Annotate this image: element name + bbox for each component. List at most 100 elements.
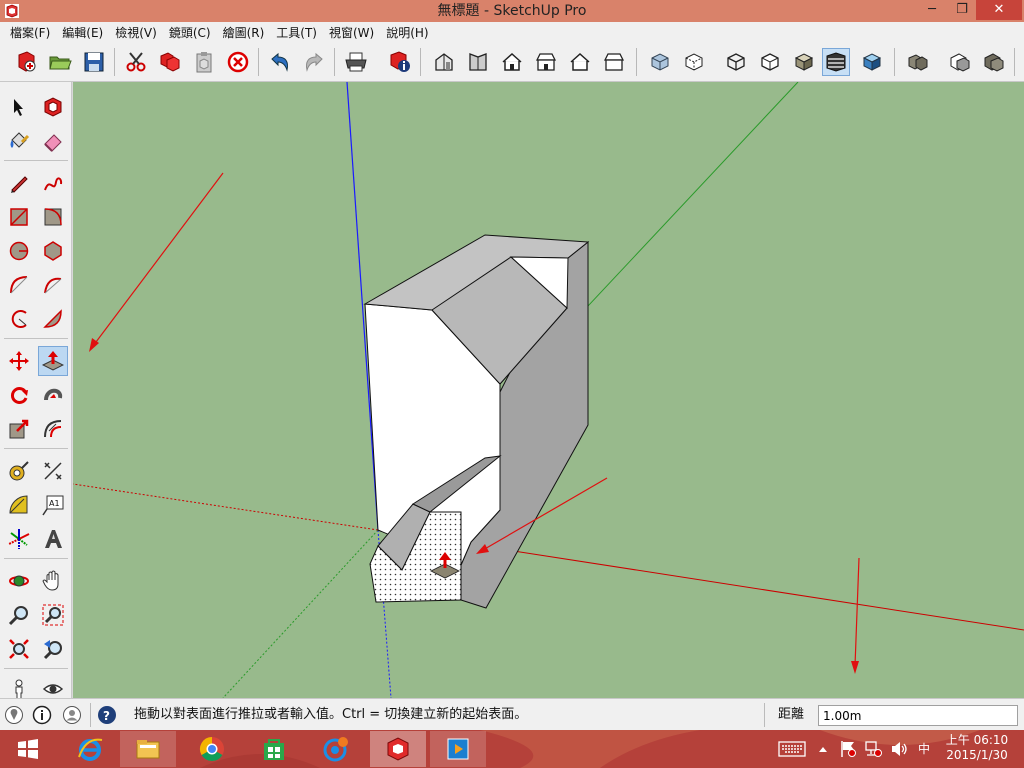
- top-view-icon[interactable]: [464, 48, 492, 76]
- menu-window[interactable]: 視窗(W): [323, 24, 380, 41]
- menu-tools[interactable]: 工具(T): [270, 24, 323, 41]
- restore-button[interactable]: ❐: [948, 0, 976, 20]
- select-tool-icon[interactable]: [4, 92, 34, 122]
- menu-draw[interactable]: 繪圖(R): [217, 24, 271, 41]
- file-explorer-icon[interactable]: [120, 731, 176, 767]
- erase-icon[interactable]: [224, 48, 252, 76]
- chrome-icon[interactable]: [184, 731, 240, 767]
- menu-file[interactable]: 檔案(F): [4, 24, 56, 41]
- cut-icon[interactable]: [122, 48, 150, 76]
- save-icon[interactable]: [80, 48, 108, 76]
- 3d-text-icon[interactable]: [38, 524, 68, 554]
- screen-capture-icon[interactable]: [308, 731, 364, 767]
- dimension-tool-icon[interactable]: [38, 456, 68, 486]
- taskbar-clock[interactable]: 上午 06:10 2015/1/30: [942, 733, 1012, 763]
- model-viewport[interactable]: [73, 82, 1024, 698]
- credits-info-icon[interactable]: [32, 705, 52, 725]
- pie-tool-icon[interactable]: [38, 304, 68, 334]
- xray-icon[interactable]: [646, 48, 674, 76]
- components-icon[interactable]: [904, 48, 932, 76]
- open-folder-icon[interactable]: [46, 48, 74, 76]
- zoom-window-icon[interactable]: [38, 600, 68, 630]
- tape-measure-icon[interactable]: [4, 456, 34, 486]
- tray-expand-icon[interactable]: [818, 744, 828, 754]
- orbit-tool-icon[interactable]: [4, 566, 34, 596]
- close-button[interactable]: ✕: [976, 0, 1022, 20]
- network-icon[interactable]: [864, 740, 882, 758]
- menu-edit[interactable]: 編輯(E): [56, 24, 109, 41]
- zoom-extents-icon[interactable]: [4, 634, 34, 664]
- copy-icon[interactable]: [156, 48, 184, 76]
- iso-view-icon[interactable]: [430, 48, 458, 76]
- start-button[interactable]: [0, 731, 56, 767]
- offset-tool-icon[interactable]: [38, 414, 68, 444]
- eraser-icon[interactable]: [38, 126, 68, 156]
- menu-view[interactable]: 檢視(V): [109, 24, 163, 41]
- green-axis-negative: [222, 529, 379, 698]
- annotation-arrow-down: [851, 557, 860, 674]
- store-icon[interactable]: [246, 731, 302, 767]
- redo-icon[interactable]: [300, 48, 328, 76]
- new-model-icon[interactable]: [12, 48, 40, 76]
- circle-tool-icon[interactable]: [4, 236, 34, 266]
- shaded-textures-icon[interactable]: [822, 48, 850, 76]
- menu-help[interactable]: 說明(H): [380, 24, 434, 41]
- action-center-flag-icon[interactable]: [840, 740, 856, 758]
- left-view-icon[interactable]: [600, 48, 628, 76]
- zoom-tool-icon[interactable]: [4, 600, 34, 630]
- protractor-icon[interactable]: [4, 490, 34, 520]
- internet-explorer-icon[interactable]: [62, 731, 118, 767]
- front-view-icon[interactable]: [498, 48, 526, 76]
- hidden-line-icon[interactable]: [756, 48, 784, 76]
- follow-me-tool-icon[interactable]: [38, 380, 68, 410]
- axes-tool-icon[interactable]: [4, 524, 34, 554]
- clock-date: 2015/1/30: [946, 748, 1008, 762]
- window-title: 無標題 - SketchUp Pro: [437, 3, 587, 19]
- paste-icon[interactable]: [190, 48, 218, 76]
- back-edges-icon[interactable]: [680, 48, 708, 76]
- shaded-icon[interactable]: [790, 48, 818, 76]
- make-component-icon[interactable]: [38, 92, 68, 122]
- red-axis-negative: [73, 483, 379, 531]
- geo-location-icon[interactable]: [4, 705, 24, 725]
- rotated-rectangle-icon[interactable]: [38, 202, 68, 232]
- wireframe-icon[interactable]: [722, 48, 750, 76]
- model-info-icon[interactable]: [386, 48, 414, 76]
- push-pull-tool-icon[interactable]: [38, 346, 68, 376]
- freehand-tool-icon[interactable]: [38, 168, 68, 198]
- monochrome-icon[interactable]: [858, 48, 886, 76]
- measurement-label: 距離: [778, 707, 805, 722]
- keyboard-icon[interactable]: [778, 741, 806, 757]
- ime-indicator[interactable]: 中: [918, 730, 930, 768]
- rectangle-tool-icon[interactable]: [4, 202, 34, 232]
- user-account-icon[interactable]: [62, 705, 82, 725]
- print-icon[interactable]: [342, 48, 370, 76]
- polygon-tool-icon[interactable]: [38, 236, 68, 266]
- move-tool-icon[interactable]: [4, 346, 34, 376]
- sketchup-icon[interactable]: [370, 731, 426, 767]
- menu-camera[interactable]: 鏡頭(C): [163, 24, 217, 41]
- minimize-button[interactable]: ─: [918, 0, 946, 20]
- measurement-input[interactable]: [818, 705, 1018, 726]
- help-icon[interactable]: ?: [97, 705, 117, 725]
- section-cut-icon[interactable]: [980, 48, 1008, 76]
- scale-tool-icon[interactable]: [4, 414, 34, 444]
- volume-icon[interactable]: [890, 741, 908, 757]
- previous-view-icon[interactable]: [38, 634, 68, 664]
- right-view-icon[interactable]: [532, 48, 560, 76]
- media-player-icon[interactable]: [430, 731, 486, 767]
- undo-icon[interactable]: [266, 48, 294, 76]
- viewport-canvas[interactable]: [73, 82, 1024, 698]
- annotation-arrow-left: [89, 172, 224, 352]
- back-view-icon[interactable]: [566, 48, 594, 76]
- pan-tool-icon[interactable]: [38, 566, 68, 596]
- rotate-tool-icon[interactable]: [4, 380, 34, 410]
- two-point-arc-icon[interactable]: [38, 270, 68, 300]
- three-point-arc-icon[interactable]: [4, 304, 34, 334]
- arc-tool-icon[interactable]: [4, 270, 34, 300]
- clock-time: 上午 06:10: [945, 733, 1009, 747]
- section-plane-icon[interactable]: [946, 48, 974, 76]
- line-tool-icon[interactable]: [4, 168, 34, 198]
- text-tool-icon[interactable]: A1: [38, 490, 68, 520]
- paint-bucket-icon[interactable]: [4, 126, 34, 156]
